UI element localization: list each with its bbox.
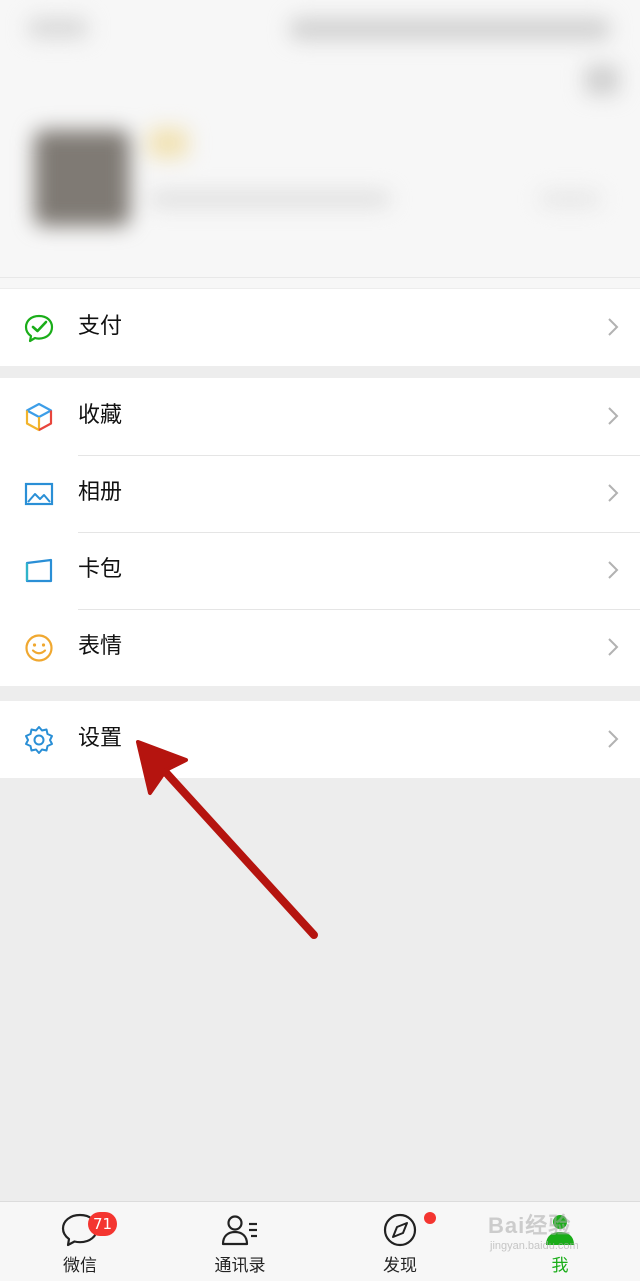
- blurred-profile-content: [0, 0, 640, 288]
- tab-label: 微信: [63, 1256, 97, 1276]
- tab-label: 我: [551, 1256, 569, 1276]
- tab-contacts[interactable]: 通讯录: [160, 1202, 320, 1281]
- settings-section: 设置: [0, 701, 640, 778]
- card-wallet-icon: [25, 558, 53, 583]
- notification-dot: [424, 1212, 436, 1224]
- tab-label: 发现: [383, 1256, 417, 1276]
- menu-item-favorites[interactable]: 收藏: [0, 378, 640, 455]
- menu-label: 表情: [78, 634, 123, 659]
- menu-label: 支付: [78, 314, 123, 339]
- chevron-right-icon: [608, 561, 619, 579]
- menu-item-cards[interactable]: 卡包: [0, 532, 640, 609]
- chevron-right-icon: [608, 730, 619, 748]
- pay-section: 支付: [0, 289, 640, 366]
- main-menu-section: 收藏 相册 卡包 表情: [0, 378, 640, 686]
- menu-item-album[interactable]: 相册: [0, 455, 640, 532]
- tab-label: 通讯录: [214, 1256, 266, 1276]
- tab-discover[interactable]: 发现: [320, 1202, 480, 1281]
- menu-label: 收藏: [78, 403, 123, 428]
- favorites-cube-icon: [25, 402, 53, 432]
- tab-chats[interactable]: 71 微信: [0, 1202, 160, 1281]
- menu-label: 设置: [78, 726, 123, 751]
- profile-header[interactable]: [0, 0, 640, 288]
- chevron-right-icon: [608, 638, 619, 656]
- gear-icon: [25, 726, 53, 754]
- menu-label: 相册: [78, 480, 123, 505]
- menu-label: 卡包: [78, 557, 123, 582]
- contacts-icon: [221, 1215, 257, 1246]
- chevron-right-icon: [608, 484, 619, 502]
- baidu-watermark-url: jingyan.baidu.com: [490, 1240, 579, 1252]
- unread-badge: 71: [88, 1212, 118, 1236]
- avatar: [34, 130, 130, 226]
- wechat-pay-icon: [24, 314, 54, 343]
- menu-item-stickers[interactable]: 表情: [0, 609, 640, 686]
- chevron-right-icon: [608, 318, 619, 336]
- menu-item-settings[interactable]: 设置: [0, 701, 640, 778]
- compass-icon: [383, 1213, 417, 1247]
- sticker-smile-icon: [25, 634, 53, 662]
- album-image-icon: [24, 482, 54, 506]
- chevron-right-icon: [608, 407, 619, 425]
- menu-item-pay[interactable]: 支付: [0, 289, 640, 366]
